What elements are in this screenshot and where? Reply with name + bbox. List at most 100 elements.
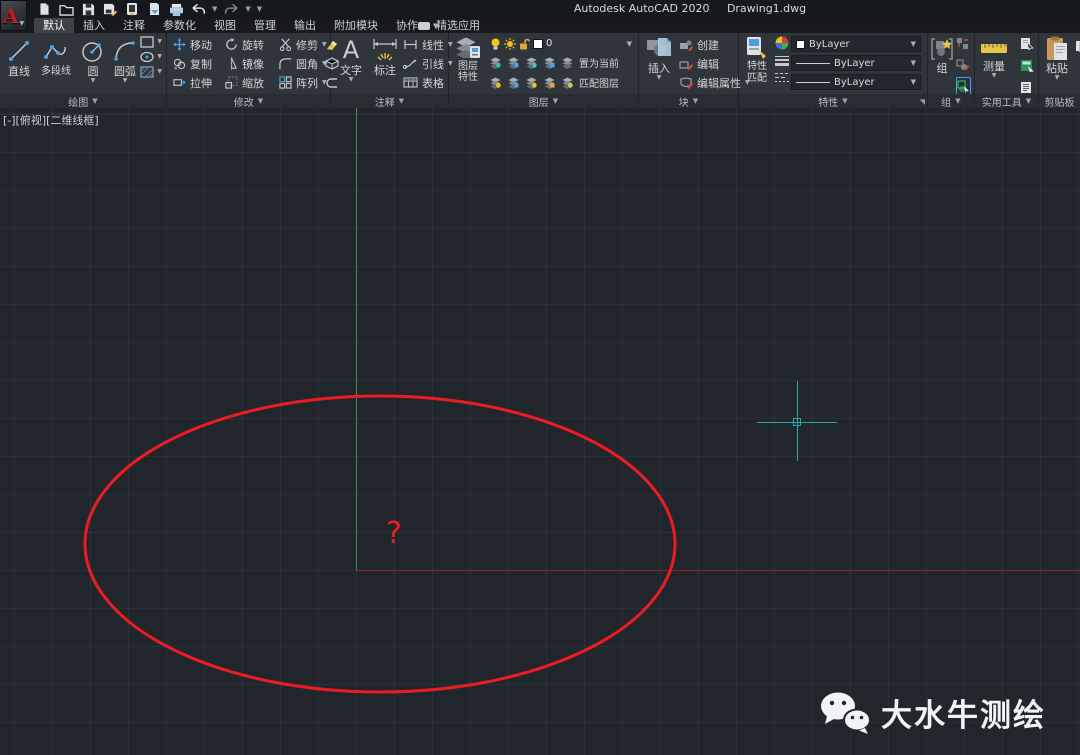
document-title: Drawing1.dwg	[727, 2, 806, 15]
paste-clipboard-icon	[1046, 36, 1068, 62]
leader-icon	[403, 58, 418, 69]
linetype-dropdown[interactable]: ByLayer ▼	[791, 74, 921, 90]
save-button[interactable]	[80, 2, 96, 16]
question-mark-annotation: ?	[386, 516, 402, 551]
scale-button[interactable]: 缩放	[225, 73, 277, 92]
layer-off-button[interactable]	[489, 56, 502, 69]
tab-output[interactable]: 输出	[285, 18, 325, 33]
panel-title-utilities[interactable]: 实用工具 ▼	[975, 94, 1038, 108]
layer-dropdown[interactable]: 0 ▼	[487, 36, 635, 51]
ribbon-display-toggle[interactable]: ▼	[418, 20, 440, 31]
drawn-ellipse[interactable]	[0, 108, 1080, 755]
match-properties-button[interactable]: 特性 匹配	[742, 35, 772, 85]
panel-utilities-label: 实用工具	[982, 94, 1022, 109]
copy-button[interactable]: 复制	[173, 54, 223, 73]
dimension-button[interactable]: 标注	[371, 35, 399, 83]
tab-insert[interactable]: 插入	[74, 18, 114, 33]
layer-lock-button[interactable]	[543, 56, 556, 69]
linetype-icon[interactable]	[775, 72, 789, 84]
fillet-button[interactable]: 圆角▼	[279, 54, 323, 73]
panel-title-block[interactable]: 块 ▼	[639, 94, 738, 108]
color-wheel-icon[interactable]	[775, 36, 789, 50]
layer-unisolate-button[interactable]	[507, 76, 520, 89]
undo-dropdown-icon[interactable]: ▼	[212, 5, 217, 13]
copy-clip-icon[interactable]	[1075, 40, 1080, 52]
move-button[interactable]: 移动	[173, 35, 223, 54]
tab-default[interactable]: 默认	[34, 18, 74, 33]
rotate-button-label: 旋转	[242, 37, 264, 53]
hatch-button[interactable]: ▼	[140, 66, 162, 78]
layer-freeze-button[interactable]	[525, 56, 538, 69]
layer-match-icon	[561, 76, 574, 89]
polyline-button-label: 多段线	[41, 66, 71, 78]
panel-title-properties[interactable]: 特性 ▼ ◥	[739, 94, 927, 108]
quick-calculator-button[interactable]	[1020, 57, 1034, 76]
open-file-button[interactable]	[58, 2, 74, 16]
arc-button[interactable]: 圆弧 ▼	[110, 36, 140, 84]
trim-button[interactable]: 修剪▼	[279, 35, 323, 54]
leader-button[interactable]: 引线▼	[403, 54, 453, 73]
qat-customize-icon[interactable]: ▼	[257, 5, 262, 13]
quick-select-button[interactable]	[1020, 35, 1034, 54]
text-button[interactable]: A 文字 ▼	[337, 35, 365, 83]
panel-annotate-label: 注释	[375, 94, 395, 109]
group-button[interactable]: 组	[930, 35, 954, 75]
lineweight-dropdown[interactable]: ByLayer ▼	[791, 55, 921, 71]
stretch-icon	[173, 76, 186, 89]
undo-button[interactable]	[190, 2, 206, 16]
panel-title-draw[interactable]: 绘图 ▼	[0, 94, 166, 108]
panel-title-layers[interactable]: 图层 ▼	[449, 94, 638, 108]
polyline-button[interactable]: 多段线	[36, 36, 76, 84]
match-properties-label-1: 特性	[747, 61, 767, 73]
redo-dropdown-icon[interactable]: ▼	[245, 5, 250, 13]
print-button[interactable]	[168, 2, 184, 16]
match-layer-button[interactable]: 匹配图层	[579, 75, 619, 90]
set-current-button[interactable]: 置为当前	[579, 55, 619, 70]
linear-dimension-button[interactable]: 线性▼	[403, 35, 453, 54]
drawing-canvas[interactable]: [-][俯视][二维线框] ? 大水牛测绘	[0, 108, 1080, 755]
object-color-dropdown[interactable]: ByLayer ▼	[791, 36, 921, 52]
insert-block-icon	[646, 36, 672, 62]
save-as-button[interactable]	[102, 2, 118, 16]
mirror-button[interactable]: 镜像	[225, 54, 277, 73]
ungroup-button[interactable]	[956, 35, 971, 54]
tab-annotate[interactable]: 注释	[114, 18, 154, 33]
dialog-launcher-icon[interactable]: ◥	[920, 98, 925, 106]
line-button[interactable]: 直线	[4, 36, 34, 84]
panel-title-annotate[interactable]: 注释 ▼	[331, 94, 448, 108]
plot-button[interactable]	[146, 2, 162, 16]
layer-isolate-button[interactable]	[507, 56, 520, 69]
table-button[interactable]: 表格	[403, 73, 453, 92]
tab-parametric[interactable]: 参数化	[154, 18, 205, 33]
tab-addins[interactable]: 附加模块	[325, 18, 387, 33]
layer-unlock-button[interactable]	[543, 76, 556, 89]
insert-block-button[interactable]: 插入 ▼	[645, 35, 673, 81]
tab-manage[interactable]: 管理	[245, 18, 285, 33]
line-button-label: 直线	[8, 66, 30, 78]
panel-title-clipboard[interactable]: 剪贴板	[1039, 94, 1080, 108]
group-edit-button[interactable]	[956, 56, 971, 75]
circle-button[interactable]: 圆 ▼	[78, 36, 108, 84]
ellipse-button[interactable]: ▼	[140, 51, 162, 63]
panel-title-group[interactable]: 组 ▼	[928, 94, 974, 108]
redo-button[interactable]	[223, 2, 239, 16]
fillet-button-label: 圆角	[296, 56, 318, 72]
rectangle-button[interactable]: ▼	[140, 36, 162, 48]
array-button[interactable]: 阵列▼	[279, 73, 323, 92]
layer-thaw-button[interactable]	[525, 76, 538, 89]
panel-title-modify[interactable]: 修改 ▼	[167, 94, 330, 108]
layer-on-button[interactable]	[489, 76, 502, 89]
rotate-button[interactable]: 旋转	[225, 35, 277, 54]
paste-button[interactable]: 粘贴 ▼	[1043, 35, 1071, 81]
watermark: 大水牛测绘	[819, 690, 1046, 735]
layer-properties-button[interactable]: 图层 特性	[453, 35, 483, 83]
measure-button[interactable]: 测量 ▼	[979, 35, 1009, 79]
stretch-button[interactable]: 拉伸	[173, 73, 223, 92]
lineweight-icon[interactable]	[775, 55, 789, 67]
group-edit-icon	[956, 58, 969, 71]
tab-view[interactable]: 视图	[205, 18, 245, 33]
chevron-down-icon: ▼	[992, 73, 997, 79]
new-file-button[interactable]	[36, 2, 52, 16]
save-web-mobile-button[interactable]	[124, 2, 140, 16]
app-menu-button[interactable]: A ▼	[0, 0, 27, 31]
